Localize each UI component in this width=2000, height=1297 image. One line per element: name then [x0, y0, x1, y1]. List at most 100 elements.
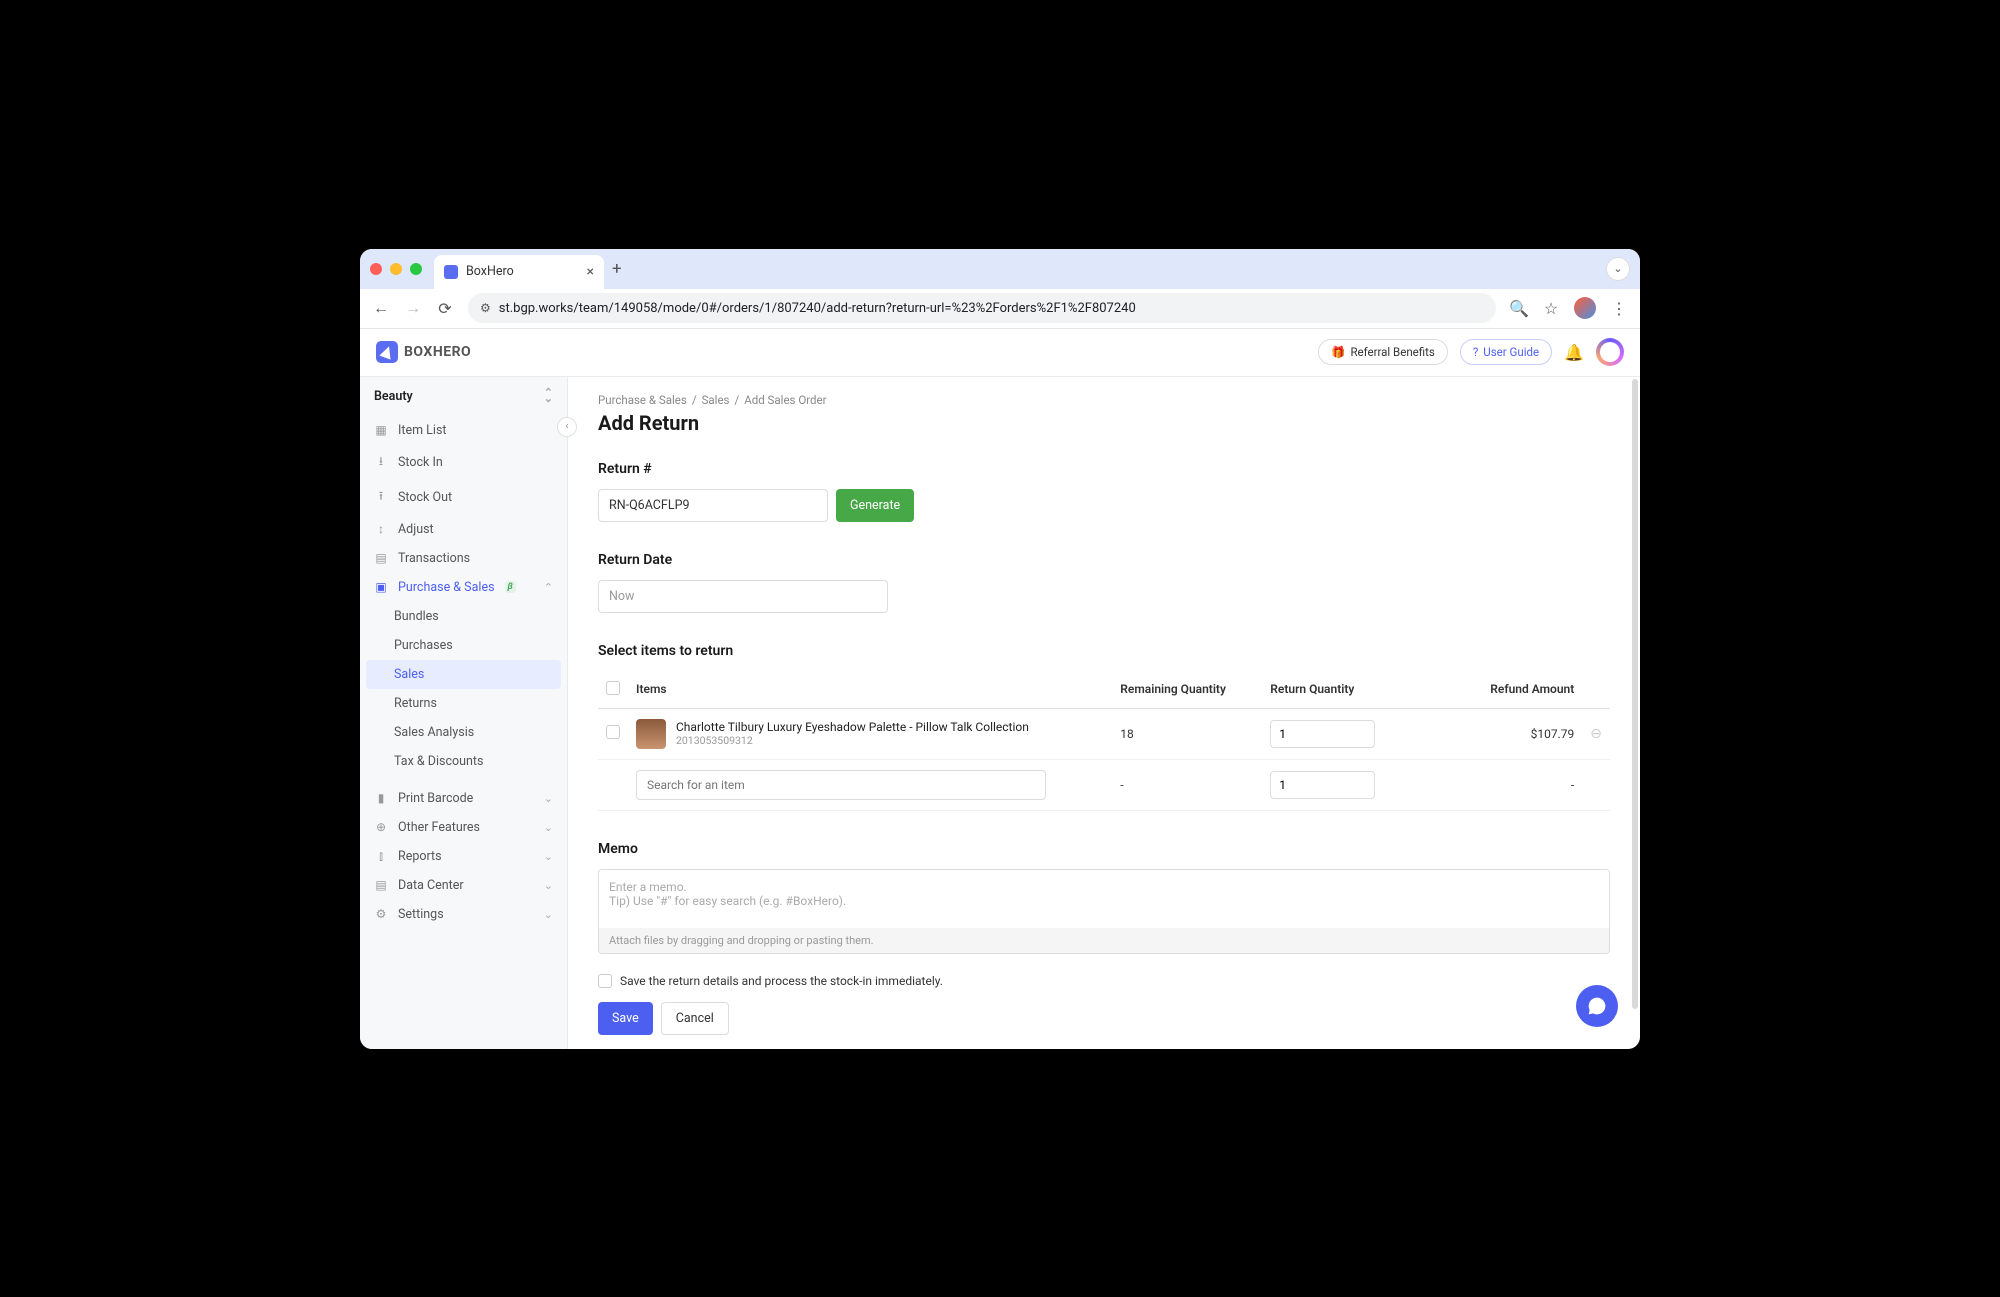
memo-box: Attach files by dragging and dropping or…: [598, 869, 1610, 954]
breadcrumb-link[interactable]: Purchase & Sales: [598, 393, 687, 407]
cart-icon: ▣: [374, 580, 388, 594]
upload-icon: ⭱: [374, 487, 388, 508]
breadcrumb-link[interactable]: Sales: [702, 393, 730, 407]
forward-icon[interactable]: →: [404, 299, 422, 317]
beta-badge: β: [505, 581, 516, 593]
referral-button[interactable]: 🎁 Referral Benefits: [1318, 339, 1448, 365]
collapse-sidebar-icon[interactable]: ‹: [557, 417, 577, 437]
col-return-qty: Return Quantity: [1262, 671, 1432, 709]
sidebar-label: Reports: [398, 849, 442, 864]
sidebar-item-settings[interactable]: ⚙Settings⌄: [360, 900, 567, 929]
chevron-down-icon: ⌄: [544, 821, 553, 834]
sidebar-item-other-features[interactable]: ⊕Other Features⌄: [360, 813, 567, 842]
tab-favicon-icon: [444, 265, 458, 279]
process-immediately-label: Save the return details and process the …: [620, 974, 943, 988]
sidebar-item-itemlist[interactable]: ▦Item List: [360, 416, 567, 445]
product-name: Charlotte Tilbury Luxury Eyeshadow Palet…: [676, 720, 1029, 734]
sidebar-item-sales-analysis[interactable]: Sales Analysis: [360, 718, 567, 747]
sidebar-item-tax-discounts[interactable]: Tax & Discounts: [360, 747, 567, 776]
maximize-window-icon[interactable]: [410, 263, 422, 275]
sidebar-item-purchases[interactable]: Purchases: [360, 631, 567, 660]
return-qty-input[interactable]: [1270, 720, 1375, 748]
refund-amount: $107.79: [1432, 708, 1582, 759]
page-title: Add Return: [598, 411, 1610, 435]
bookmark-icon[interactable]: ☆: [1542, 299, 1560, 317]
user-avatar[interactable]: [1596, 338, 1624, 366]
chevron-up-icon: ⌃: [544, 581, 553, 594]
chevron-down-icon: ⌄: [544, 850, 553, 863]
breadcrumb-link[interactable]: Add Sales Order: [744, 393, 826, 407]
scrollbar[interactable]: [1632, 379, 1638, 1009]
product-sku: 2013053509312: [676, 734, 1029, 747]
help-chat-button[interactable]: [1576, 985, 1618, 1027]
workspace-selector[interactable]: Beauty ⌃⌄: [360, 377, 567, 416]
more-icon[interactable]: ⋮: [1610, 299, 1628, 317]
url-field[interactable]: ⚙ st.bgp.works/team/149058/mode/0#/order…: [468, 293, 1496, 323]
browser-tab[interactable]: BoxHero ×: [434, 255, 604, 289]
app-header: BOXHERO 🎁 Referral Benefits ? User Guide…: [360, 329, 1640, 377]
sidebar-label: Sales Analysis: [394, 725, 474, 740]
url-text: st.bgp.works/team/149058/mode/0#/orders/…: [499, 301, 1136, 316]
sidebar-label: Stock In: [398, 455, 443, 470]
sidebar-item-data-center[interactable]: ▤Data Center⌄: [360, 871, 567, 900]
sidebar-label: Other Features: [398, 820, 480, 835]
help-icon: ?: [1473, 345, 1478, 359]
user-guide-button[interactable]: ? User Guide: [1460, 339, 1552, 365]
gear-icon: ⚙: [374, 907, 388, 921]
chat-icon: [1587, 996, 1607, 1016]
database-icon: ▤: [374, 878, 388, 892]
chevron-down-icon: ⌄: [544, 879, 553, 892]
close-window-icon[interactable]: [370, 263, 382, 275]
row-checkbox[interactable]: [606, 725, 620, 739]
cancel-button[interactable]: Cancel: [661, 1002, 729, 1035]
memo-attach-hint: Attach files by dragging and dropping or…: [599, 928, 1609, 953]
sidebar-item-sales[interactable]: Sales: [366, 660, 561, 689]
titlebar: BoxHero × + ⌄: [360, 249, 1640, 289]
generate-button[interactable]: Generate: [836, 489, 914, 522]
sidebar-item-print-barcode[interactable]: ▮Print Barcode⌄: [360, 784, 567, 813]
sidebar-item-bundles[interactable]: Bundles: [360, 602, 567, 631]
remove-row-icon[interactable]: ⊖: [1590, 726, 1602, 742]
close-tab-icon[interactable]: ×: [587, 264, 594, 280]
transactions-icon: ▤: [374, 551, 388, 565]
sidebar-item-adjust[interactable]: ↕Adjust: [360, 515, 567, 544]
notifications-icon[interactable]: 🔔: [1564, 343, 1584, 362]
search-item-input[interactable]: [636, 770, 1046, 800]
sidebar-label: Stock Out: [398, 490, 452, 505]
sidebar-item-transactions[interactable]: ▤ Transactions: [360, 544, 567, 573]
site-settings-icon[interactable]: ⚙: [480, 301, 491, 315]
tabs-dropdown-icon[interactable]: ⌄: [1606, 257, 1630, 281]
sidebar-item-reports[interactable]: ⫾Reports⌄: [360, 842, 567, 871]
return-number-input[interactable]: [598, 489, 828, 522]
sidebar-item-returns[interactable]: Returns: [360, 689, 567, 718]
return-date-input[interactable]: [598, 580, 888, 613]
zoom-icon[interactable]: 🔍: [1510, 299, 1528, 317]
barcode-icon: ▮: [374, 791, 388, 805]
empty-qty-input[interactable]: [1270, 771, 1375, 799]
col-refund: Refund Amount: [1432, 671, 1582, 709]
referral-label: Referral Benefits: [1350, 345, 1434, 359]
minimize-window-icon[interactable]: [390, 263, 402, 275]
breadcrumb: Purchase & Sales/ Sales/ Add Sales Order: [598, 393, 1610, 407]
memo-textarea[interactable]: [599, 870, 1609, 924]
back-icon[interactable]: ←: [372, 299, 390, 317]
sidebar-item-purchase-sales[interactable]: ▣ Purchase & Sales β ⌃: [360, 573, 567, 602]
new-tab-button[interactable]: +: [612, 259, 622, 279]
empty-refund: -: [1432, 759, 1582, 810]
col-remaining: Remaining Quantity: [1112, 671, 1262, 709]
sidebar-label: Bundles: [394, 609, 439, 624]
sidebar-label: Settings: [398, 907, 444, 922]
adjust-icon: ↕: [374, 522, 388, 536]
sidebar-label: Transactions: [398, 551, 470, 566]
guide-label: User Guide: [1483, 345, 1539, 359]
reload-icon[interactable]: ⟳: [436, 299, 454, 317]
sidebar-item-stockout[interactable]: ⭱ Stock Out: [360, 480, 567, 515]
table-row: Charlotte Tilbury Luxury Eyeshadow Palet…: [598, 708, 1610, 759]
sidebar-item-stockin[interactable]: ⭳Stock In: [360, 445, 567, 480]
save-button[interactable]: Save: [598, 1002, 653, 1035]
process-immediately-checkbox[interactable]: [598, 974, 612, 988]
return-date-label: Return Date: [598, 552, 1610, 568]
select-all-checkbox[interactable]: [606, 681, 620, 695]
logo[interactable]: BOXHERO: [376, 341, 471, 363]
profile-avatar-icon[interactable]: [1574, 297, 1596, 319]
